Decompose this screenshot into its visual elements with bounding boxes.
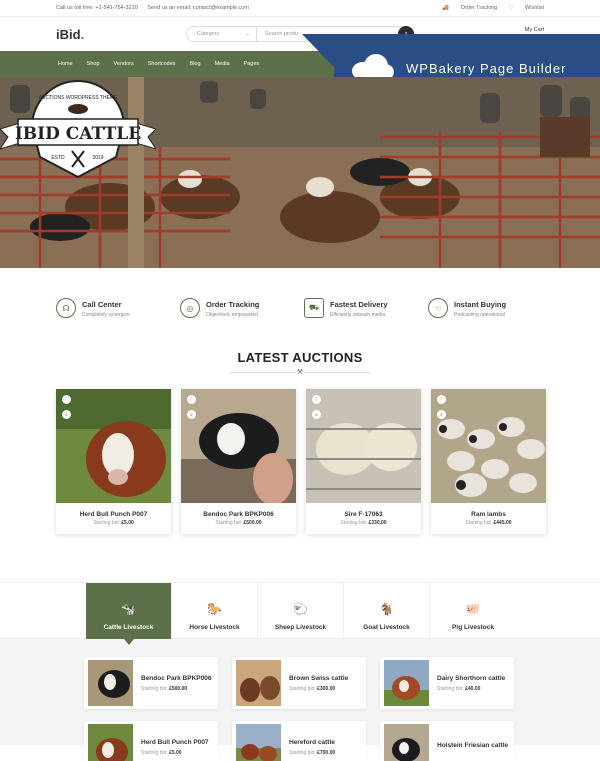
email-text: Send us an email: contact@example.com xyxy=(147,5,249,11)
product-item[interactable]: Hereford cattle Starting bid: £700.00 xyxy=(232,721,366,761)
feature-order-tracking: ◎ Order Tracking Objectively empowered xyxy=(180,298,304,348)
product-image[interactable] xyxy=(236,660,281,706)
tab-horse-livestock[interactable]: 🐎 Horse Livestock xyxy=(172,583,258,639)
tab-sheep-livestock[interactable]: 🐑 Sheep Livestock xyxy=(258,583,344,639)
feature-fastest-delivery: ⛟ Fastest Delivery Efficiently unleash me… xyxy=(304,298,428,348)
tab-pig-livestock[interactable]: 🐖 Pig Livestock xyxy=(430,583,516,639)
product-image[interactable] xyxy=(88,660,133,706)
feature-instant-buying: ☜ Instant Buying Podcasting operational xyxy=(428,298,552,348)
nav-shortcodes[interactable]: Shortcodes xyxy=(148,61,176,67)
latest-auctions-title: LATEST AUCTIONS xyxy=(237,350,363,365)
truck-icon: ⛟ xyxy=(304,298,324,318)
product-image[interactable] xyxy=(236,724,281,761)
chevron-down-icon: ⌄ xyxy=(245,31,250,37)
nav-pages[interactable]: Pages xyxy=(244,61,260,67)
sheep-icon: 🐑 xyxy=(293,602,308,616)
feature-call-center: ☊ Call Center Completely synergize xyxy=(56,298,180,348)
badge-year: 2019 xyxy=(92,155,103,161)
tab-goat-livestock[interactable]: 🐐 Goat Livestock xyxy=(344,583,430,639)
auction-image[interactable]: ♡ ⌕ xyxy=(431,389,546,503)
auction-card[interactable]: ♡ ⌕ Bendoc Park BPKP006 Starting bid: £50… xyxy=(181,389,296,534)
tab-cattle-livestock[interactable]: 🐄 Cattle Livestock xyxy=(86,583,172,645)
auction-image[interactable]: ♡ ⌕ xyxy=(56,389,171,503)
nav-shop[interactable]: Shop xyxy=(87,61,100,67)
product-list: Bendoc Park BPKP006 Starting bid: £500.00… xyxy=(0,639,600,761)
hand-icon: ☜ xyxy=(428,298,448,318)
product-item[interactable]: Holstein Friesian cattle xyxy=(380,721,514,761)
phone-text: Call us toll free: +1-541-754-3210 xyxy=(56,5,138,11)
nav-media[interactable]: Media xyxy=(215,61,230,67)
search-input[interactable]: Search produ xyxy=(257,31,298,37)
category-select[interactable]: Category ⌄ xyxy=(187,27,257,41)
order-tracking-link[interactable]: 🚚 Order Tracking xyxy=(442,5,497,11)
wpbakery-label: WPBakery Page Builder xyxy=(406,60,567,76)
product-image[interactable] xyxy=(384,724,429,761)
product-item[interactable]: Bendoc Park BPKP006 Starting bid: £500.00 xyxy=(84,657,218,709)
pig-icon: 🐖 xyxy=(465,602,481,616)
auction-card[interactable]: ♡ ⌕ Sire F-17063 Starting bid: £330.00 xyxy=(306,389,421,534)
cart-link[interactable]: My Cart xyxy=(525,27,544,33)
nav-vendors[interactable]: Vendors xyxy=(114,61,134,67)
ibid-cattle-badge: IBID CATTLE AUCTIONS WORDPRESS THEME EST… xyxy=(0,79,156,179)
product-item[interactable]: Dairy Shorthorn cattle Starting bid: £40.… xyxy=(380,657,514,709)
site-logo[interactable]: iBid. xyxy=(56,27,186,42)
product-item[interactable]: Herd Bull Punch P007 Starting bid: £5.00 xyxy=(84,721,218,761)
badge-title: IBID CATTLE xyxy=(15,124,141,144)
hero-banner: IBID CATTLE AUCTIONS WORDPRESS THEME EST… xyxy=(0,77,600,268)
auction-card[interactable]: ♡ ⌕ Herd Bull Punch P007 Starting bid: £5… xyxy=(56,389,171,534)
auctions-grid: ♡ ⌕ Herd Bull Punch P007 Starting bid: £5… xyxy=(0,389,600,534)
zoom-icon[interactable]: ⌕ xyxy=(187,410,196,419)
headset-icon: ☊ xyxy=(56,298,76,318)
badge-top-text: AUCTIONS WORDPRESS THEME xyxy=(39,95,118,101)
heart-icon[interactable]: ♡ xyxy=(312,395,321,404)
auction-card[interactable]: ♡ ⌕ Ram lambs Starting bid: £445.00 xyxy=(431,389,546,534)
goat-icon: 🐐 xyxy=(379,602,394,616)
wishlist-link[interactable]: ♡ Wishlist xyxy=(509,5,544,11)
zoom-icon[interactable]: ⌕ xyxy=(312,410,321,419)
heart-icon[interactable]: ♡ xyxy=(62,395,71,404)
zoom-icon[interactable]: ⌕ xyxy=(437,410,446,419)
heart-icon[interactable]: ♡ xyxy=(437,395,446,404)
badge-est: ESTD xyxy=(51,155,65,161)
gavel-icon: ⚒ xyxy=(296,369,304,377)
auction-image[interactable]: ♡ ⌕ xyxy=(181,389,296,503)
features-row: ☊ Call Center Completely synergize ◎ Orde… xyxy=(0,268,600,348)
tracking-icon: ◎ xyxy=(180,298,200,318)
zoom-icon[interactable]: ⌕ xyxy=(62,410,71,419)
top-bar: Call us toll free: +1-541-754-3210 Send … xyxy=(0,0,600,17)
section-divider: ⚒ xyxy=(230,369,370,377)
nav-blog[interactable]: Blog xyxy=(190,61,201,67)
product-image[interactable] xyxy=(384,660,429,706)
heart-icon[interactable]: ♡ xyxy=(187,395,196,404)
cow-icon: 🐄 xyxy=(121,602,136,616)
product-item[interactable]: Brown Swiss cattle Starting bid: £300.00 xyxy=(232,657,366,709)
cow-silhouette-icon xyxy=(68,104,88,114)
livestock-tabs: 🐄 Cattle Livestock 🐎 Horse Livestock 🐑 Shee… xyxy=(0,582,600,645)
nav-home[interactable]: Home xyxy=(58,61,73,67)
auction-image[interactable]: ♡ ⌕ xyxy=(306,389,421,503)
product-image[interactable] xyxy=(88,724,133,761)
horse-icon: 🐎 xyxy=(207,602,222,616)
